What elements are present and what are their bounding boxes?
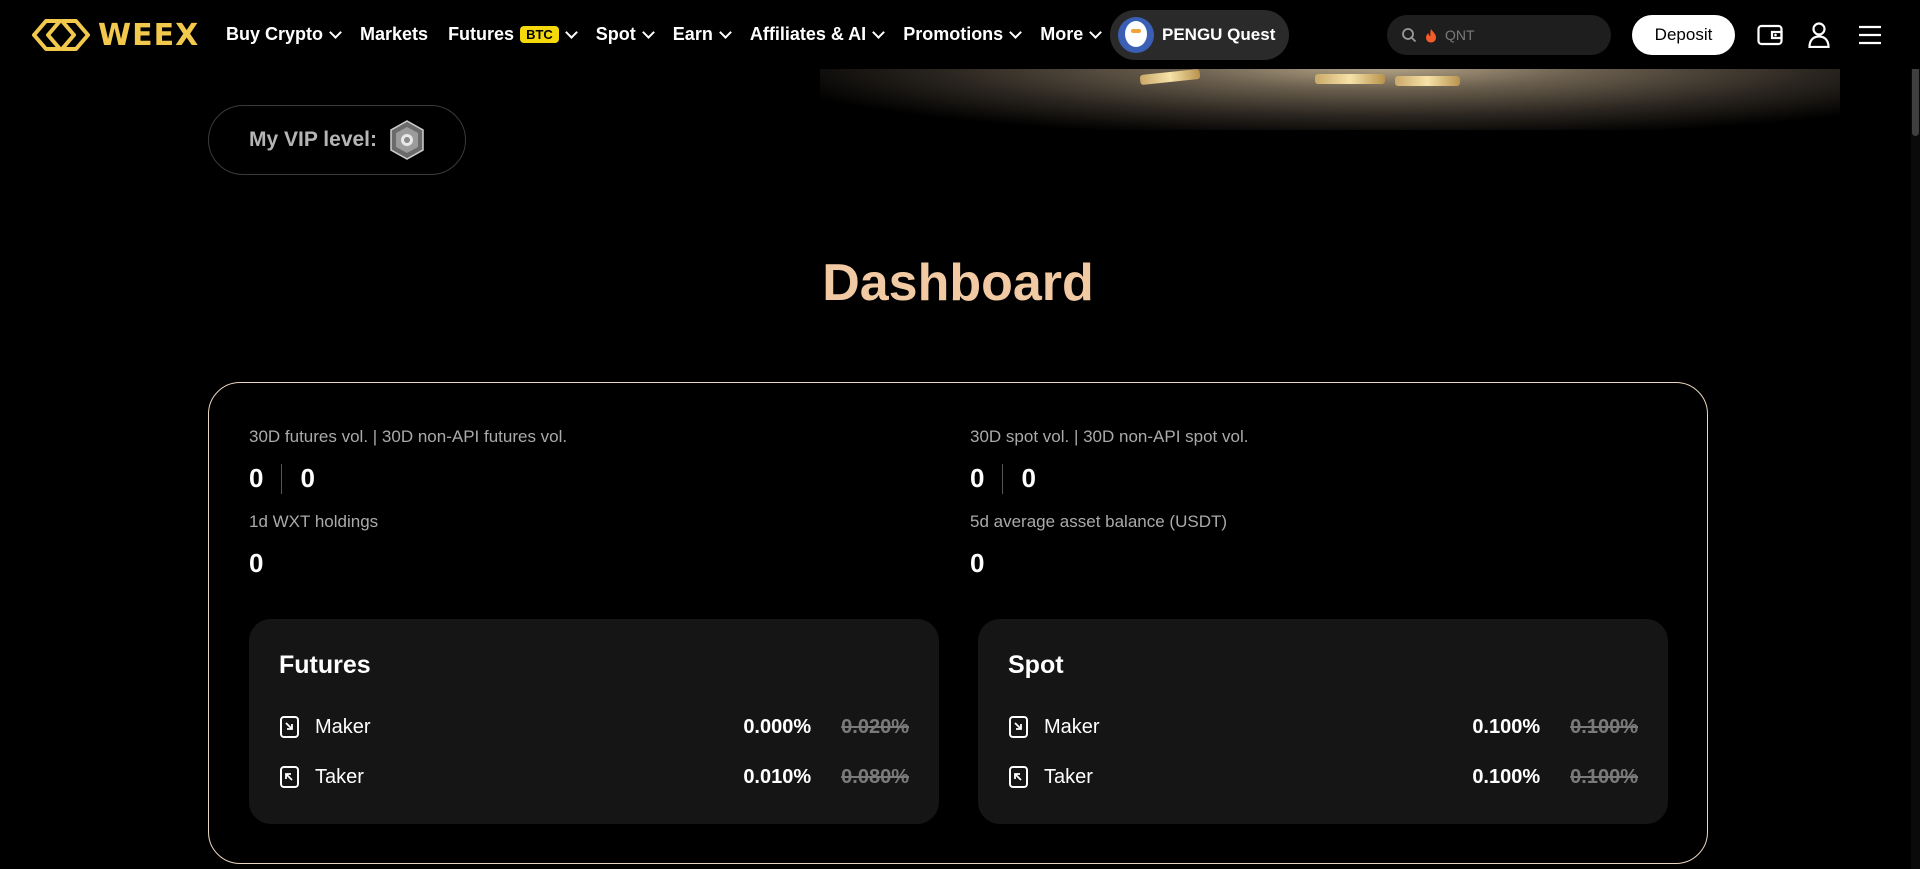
nav-label: Spot xyxy=(595,24,636,44)
nav-label: More xyxy=(1040,24,1084,44)
divider xyxy=(1002,463,1004,494)
chevron-down-icon xyxy=(718,25,732,39)
chevron-down-icon xyxy=(1089,25,1103,39)
nav-buy-crypto[interactable]: Buy Crypto xyxy=(226,0,350,69)
stat-value: 0 xyxy=(970,463,985,493)
asset-balance-stat: 5d average asset balance (USDT) 0 xyxy=(970,512,1227,579)
fee-label: Maker xyxy=(315,715,371,738)
page-scrollbar[interactable] xyxy=(1911,0,1920,869)
futures-fee-panel: Futures Maker 0.000% 0.020% Taker 0.010%… xyxy=(249,619,939,824)
nav-futures[interactable]: Futures BTC xyxy=(438,0,586,69)
nav-label: Promotions xyxy=(903,24,1004,44)
chevron-down-icon xyxy=(641,25,655,39)
promo-banner-image xyxy=(820,66,1840,130)
nav-label: Buy Crypto xyxy=(226,24,324,44)
logo-text: WEEX xyxy=(98,17,200,53)
stat-value: 0 xyxy=(970,548,985,578)
stat-value: 0 xyxy=(300,463,315,493)
wxt-holdings-stat: 1d WXT holdings 0 xyxy=(249,512,378,579)
nav-markets[interactable]: Markets xyxy=(350,0,438,69)
fee-original-rate: 0.080% xyxy=(841,765,909,788)
vip-level-label: My VIP level: xyxy=(249,128,378,151)
nav-more[interactable]: More xyxy=(1030,0,1110,69)
fee-rate: 0.000% xyxy=(743,715,812,738)
pengu-quest-label: PENGU Quest xyxy=(1162,25,1276,44)
futures-maker-row: Maker 0.000% 0.020% xyxy=(279,712,909,742)
page-title: Dashboard xyxy=(822,254,1094,312)
spot-fee-panel: Spot Maker 0.100% 0.100% Taker 0.100% 0.… xyxy=(978,619,1668,824)
pengu-avatar-icon xyxy=(1118,17,1154,53)
main-nav: Buy Crypto Markets Futures BTC Spot Earn… xyxy=(226,0,1110,69)
futures-taker-row: Taker 0.010% 0.080% xyxy=(279,762,909,792)
spot-maker-row: Maker 0.100% 0.100% xyxy=(1008,712,1638,742)
nav-affiliates[interactable]: Affiliates & AI xyxy=(740,0,893,69)
fee-original-rate: 0.100% xyxy=(1570,765,1638,788)
vip-level-pill[interactable]: My VIP level: xyxy=(208,105,466,175)
fee-rate: 0.010% xyxy=(743,765,812,788)
stat-value: 0 xyxy=(249,463,264,493)
fee-label: Maker xyxy=(1044,715,1100,738)
nav-label: Futures xyxy=(448,24,515,44)
nav-label: Affiliates & AI xyxy=(749,24,867,44)
chevron-down-icon xyxy=(564,25,578,39)
nav-promotions[interactable]: Promotions xyxy=(893,0,1030,69)
btc-badge: BTC xyxy=(520,26,559,43)
taker-icon xyxy=(1009,766,1028,788)
nav-label: Markets xyxy=(360,24,429,44)
wallet-icon[interactable] xyxy=(1755,20,1785,50)
spot-volume-stat: 30D spot vol. | 30D non-API spot vol. 0 … xyxy=(970,427,1248,494)
nav-earn[interactable]: Earn xyxy=(663,0,740,69)
maker-icon xyxy=(280,716,299,738)
fee-original-rate: 0.020% xyxy=(841,715,909,738)
futures-volume-stat: 30D futures vol. | 30D non-API futures v… xyxy=(249,427,567,494)
stat-label: 30D spot vol. | 30D non-API spot vol. xyxy=(970,427,1249,446)
deposit-button[interactable]: Deposit xyxy=(1632,15,1735,55)
weex-logo-icon xyxy=(32,19,90,51)
taker-icon xyxy=(280,766,299,788)
search-input[interactable] xyxy=(1445,27,1595,43)
dashboard-card: 30D futures vol. | 30D non-API futures v… xyxy=(208,382,1708,864)
stat-label: 1d WXT holdings xyxy=(249,512,379,531)
maker-icon xyxy=(1009,716,1028,738)
top-navbar: WEEX Buy Crypto Markets Futures BTC Spot… xyxy=(0,0,1920,69)
stat-label: 5d average asset balance (USDT) xyxy=(970,512,1228,531)
pengu-quest-button[interactable]: PENGU Quest xyxy=(1110,10,1290,60)
chevron-down-icon xyxy=(1009,25,1023,39)
fee-original-rate: 0.100% xyxy=(1570,715,1638,738)
chevron-down-icon xyxy=(872,25,886,39)
search-icon xyxy=(1402,28,1417,43)
vip-badge-icon xyxy=(390,120,424,160)
fee-label: Taker xyxy=(1044,765,1093,788)
fire-icon xyxy=(1426,28,1436,42)
menu-icon[interactable] xyxy=(1855,20,1885,50)
stat-value: 0 xyxy=(1021,463,1036,493)
fee-label: Taker xyxy=(315,765,364,788)
stat-label: 30D futures vol. | 30D non-API futures v… xyxy=(249,427,568,446)
fee-rate: 0.100% xyxy=(1472,765,1541,788)
search-box[interactable] xyxy=(1387,15,1611,55)
divider xyxy=(281,463,283,494)
spot-taker-row: Taker 0.100% 0.100% xyxy=(1008,762,1638,792)
weex-logo[interactable]: WEEX xyxy=(30,17,199,53)
fee-rate: 0.100% xyxy=(1472,715,1541,738)
chevron-down-icon xyxy=(329,25,342,39)
nav-spot[interactable]: Spot xyxy=(586,0,663,69)
nav-label: Earn xyxy=(672,24,713,44)
panel-title: Futures xyxy=(279,651,371,679)
panel-title: Spot xyxy=(1008,651,1064,679)
user-icon[interactable] xyxy=(1804,20,1834,50)
stat-value: 0 xyxy=(249,548,264,578)
